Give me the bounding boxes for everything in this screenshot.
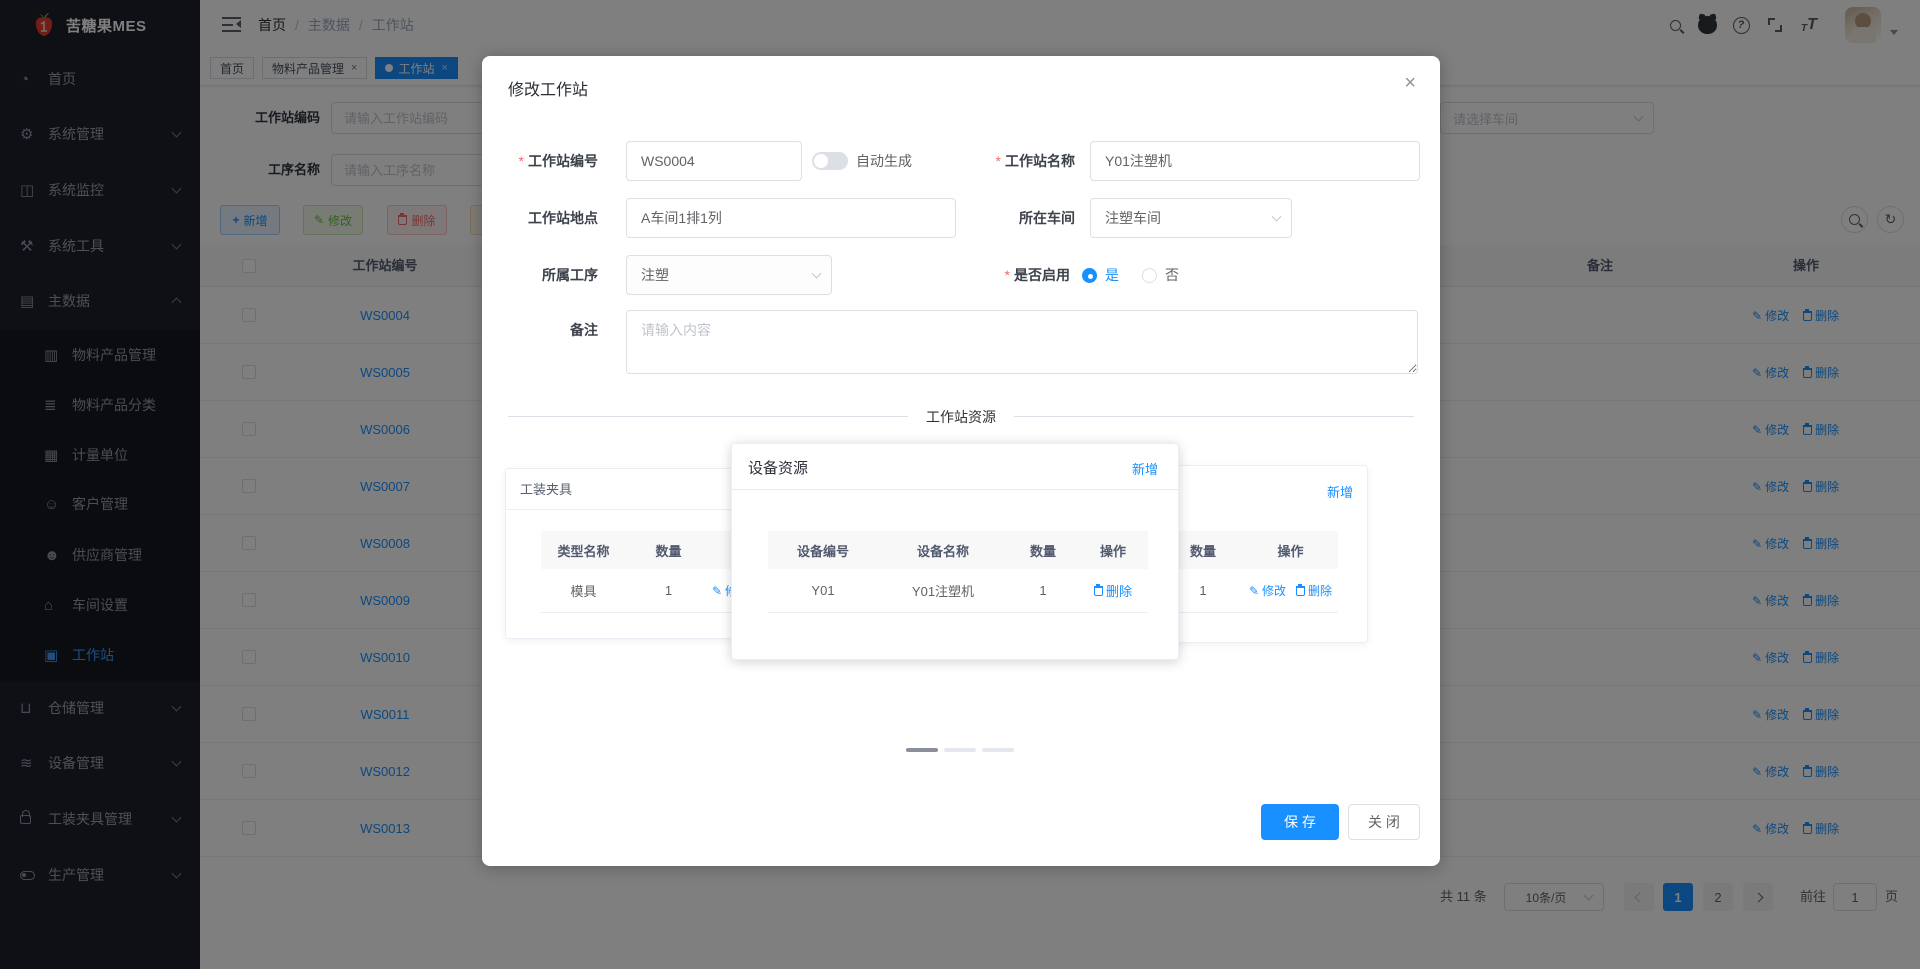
right-panel-edit-link[interactable]: 修改 xyxy=(1249,582,1286,599)
name-field[interactable] xyxy=(1090,141,1420,181)
device-delete-link[interactable]: 删除 xyxy=(1093,581,1132,600)
close-button[interactable]: 关 闭 xyxy=(1348,804,1420,840)
code-field-label: 工作站编号 xyxy=(482,141,598,181)
device-add-link[interactable]: 新增 xyxy=(1132,459,1158,478)
carousel-indicator-1[interactable] xyxy=(906,748,938,752)
device-resource-popup: 设备资源 新增 设备编号 设备名称 数量 操作 Y01 Y01注塑机 1 删除 xyxy=(731,443,1179,660)
device-table-header: 设备编号 设备名称 数量 操作 xyxy=(768,531,1148,569)
carousel-indicator-3[interactable] xyxy=(982,748,1014,752)
pencil-icon xyxy=(712,584,722,598)
workshop-field-label: 所在车间 xyxy=(1019,210,1075,226)
right-panel-delete-link[interactable]: 删除 xyxy=(1296,582,1332,599)
trash-icon xyxy=(1093,583,1103,596)
trash-icon xyxy=(1296,583,1306,596)
section-divider-title: 工作站资源 xyxy=(908,407,1014,427)
name-field-label: 工作站名称 xyxy=(942,141,1075,181)
process-field-label: 所属工序 xyxy=(542,267,598,283)
workshop-select[interactable]: 注塑车间 xyxy=(1090,198,1292,238)
process-select[interactable]: 注塑 xyxy=(626,255,832,295)
pencil-icon xyxy=(1249,584,1259,598)
carousel-indicator-2[interactable] xyxy=(944,748,976,752)
remark-textarea[interactable] xyxy=(626,310,1418,374)
auto-generate-toggle[interactable] xyxy=(812,152,848,170)
enabled-field-label: 是否启用 xyxy=(942,255,1070,295)
code-field[interactable] xyxy=(626,141,802,181)
chevron-down-icon xyxy=(811,268,822,279)
chevron-down-icon xyxy=(1271,211,1282,222)
device-table-row: Y01 Y01注塑机 1 删除 xyxy=(768,569,1148,613)
edit-workstation-dialog: 修改工作站 × 工作站编号 自动生成 工作站名称 工作站地点 所在车间 注塑车间… xyxy=(482,56,1440,866)
device-popup-title: 设备资源 xyxy=(748,460,809,477)
enabled-yes-label[interactable]: 是 xyxy=(1105,255,1119,295)
location-field[interactable] xyxy=(626,198,956,238)
auto-generate-label: 自动生成 xyxy=(856,153,912,169)
fixture-panel-title: 工装夹具 xyxy=(520,482,573,497)
app-window: 苦糖果MES ◔首页 ⚙系统管理 ◫系统监控 ⚒系统工具 ▤主数据 ▥物料产品管… xyxy=(0,0,1920,969)
enabled-yes-radio[interactable] xyxy=(1082,268,1097,283)
enabled-no-radio[interactable] xyxy=(1142,268,1157,283)
remark-field-label: 备注 xyxy=(570,322,598,338)
close-icon[interactable]: × xyxy=(1404,72,1416,95)
dialog-title: 修改工作站 xyxy=(508,82,589,99)
enabled-no-label[interactable]: 否 xyxy=(1165,255,1179,295)
location-field-label: 工作站地点 xyxy=(528,210,598,226)
save-button[interactable]: 保 存 xyxy=(1261,804,1339,840)
right-panel-add-link[interactable]: 新增 xyxy=(1327,482,1353,501)
